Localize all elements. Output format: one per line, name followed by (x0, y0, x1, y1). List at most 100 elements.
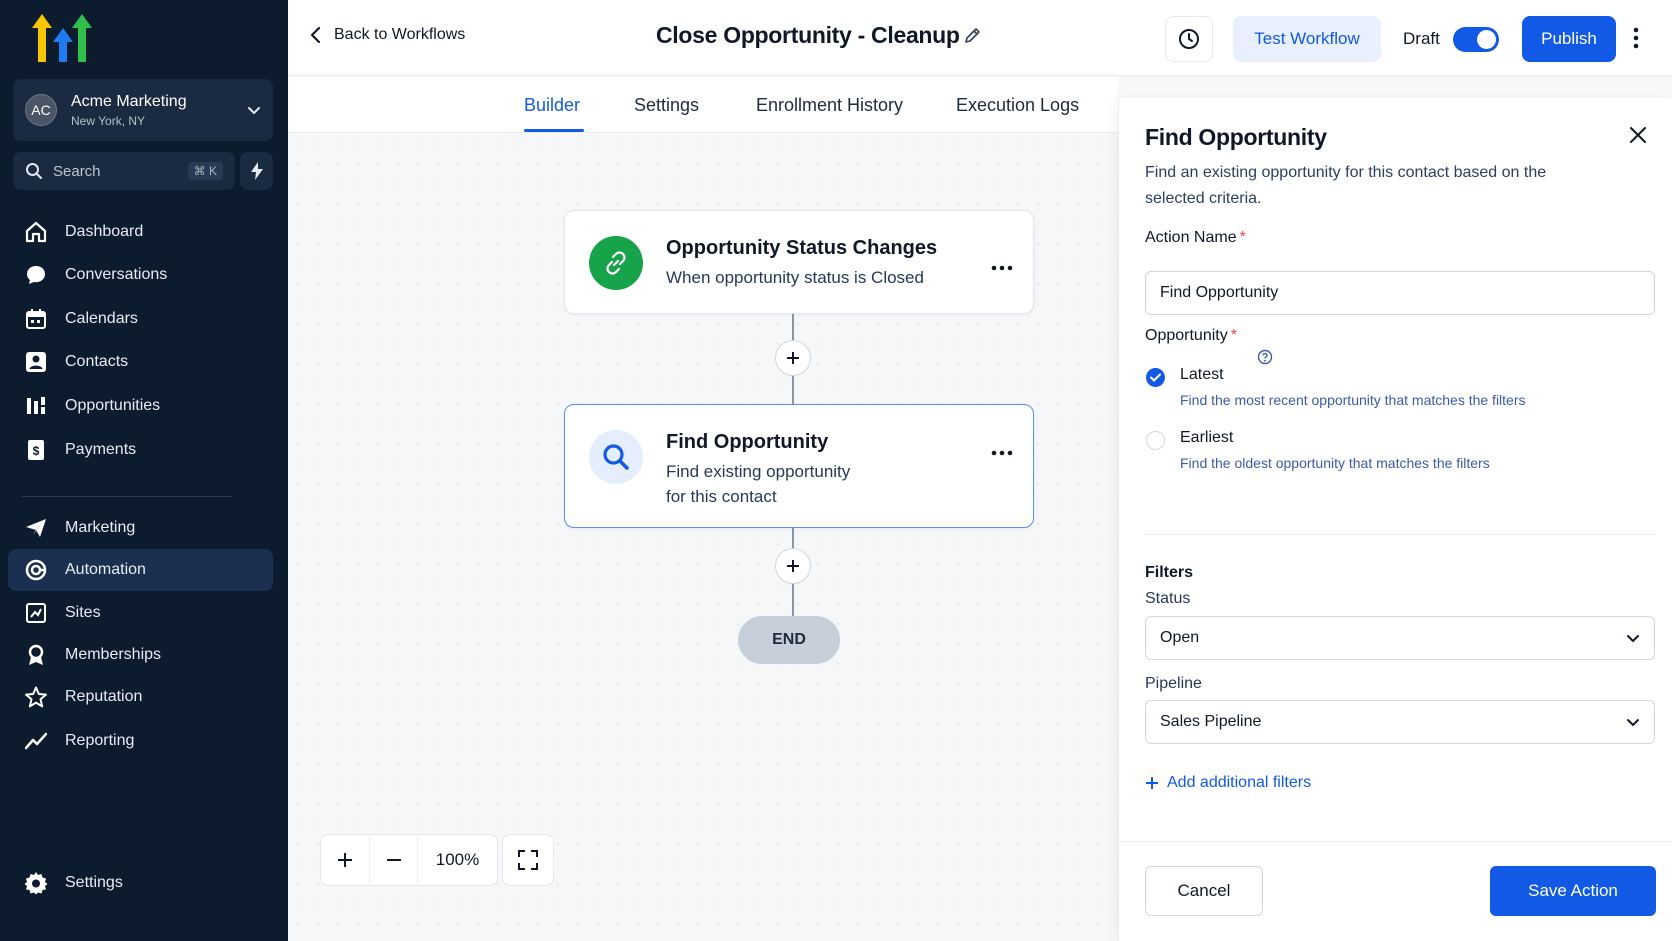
add-step-button[interactable] (775, 340, 811, 376)
sidebar-item-label: Memberships (65, 646, 162, 663)
expand-icon (518, 850, 538, 870)
sidebar-item-automation[interactable]: Automation (8, 549, 273, 591)
latest-option-desc: Find the most recent opportunity that ma… (1180, 392, 1526, 408)
publish-button[interactable]: Publish (1522, 16, 1616, 62)
zoom-controls: 100% (320, 834, 498, 886)
status-select[interactable]: Open (1145, 616, 1655, 660)
toggle-knob (1477, 30, 1496, 49)
search-icon (26, 163, 42, 179)
search-label: Search (53, 162, 101, 180)
cancel-button[interactable]: Cancel (1145, 866, 1263, 916)
sidebar-item-conversations[interactable]: Conversations (8, 254, 273, 296)
account-location: New York, NY (71, 113, 146, 128)
action-subtitle-2: for this contact (666, 487, 777, 506)
tab-enrollment-history[interactable]: Enrollment History (756, 95, 903, 116)
brand-logo-icon[interactable] (32, 14, 94, 68)
sidebar-item-memberships[interactable]: Memberships (8, 634, 273, 676)
settings-label: Settings (65, 874, 123, 891)
workflow-title: Close Opportunity - Cleanup (656, 22, 960, 48)
sidebar-item-dashboard[interactable]: Dashboard (8, 211, 273, 253)
chevron-left-icon (310, 26, 321, 44)
link-icon (589, 236, 643, 290)
sidebar-item-label: Marketing (65, 519, 136, 536)
fit-screen-button[interactable] (502, 834, 554, 886)
search-button[interactable]: Search ⌘ K (13, 152, 235, 190)
sidebar-item-contacts[interactable]: Contacts (8, 341, 273, 383)
back-label: Back to Workflows (334, 26, 466, 43)
section-divider (1145, 534, 1655, 535)
radio-latest[interactable] (1146, 368, 1165, 387)
sidebar-item-label: Opportunities (65, 397, 161, 414)
quick-actions-button[interactable] (240, 152, 273, 190)
sidebar-item-payments[interactable]: $ Payments (8, 429, 273, 471)
tab-execution-logs[interactable]: Execution Logs (956, 95, 1079, 116)
test-workflow-button[interactable]: Test Workflow (1233, 16, 1381, 62)
sidebar-item-label: Calendars (65, 310, 138, 327)
zoom-out-button[interactable] (369, 835, 417, 885)
plus-icon (1146, 777, 1158, 789)
sidebar-item-label: Automation (65, 561, 146, 578)
back-to-workflows-link[interactable]: Back to Workflows (310, 26, 465, 44)
workflow-tabs: Builder Settings Enrollment History Exec… (288, 77, 1118, 133)
sidebar-item-settings[interactable]: Settings (8, 862, 273, 904)
plus-icon (338, 853, 352, 867)
trigger-node[interactable]: Opportunity Status Changes When opportun… (564, 210, 1034, 314)
version-history-button[interactable] (1165, 16, 1213, 62)
connector-line (792, 376, 794, 404)
tab-settings[interactable]: Settings (634, 95, 699, 116)
radio-earliest[interactable] (1146, 431, 1165, 450)
account-name: Acme Marketing (71, 92, 187, 110)
trigger-subtitle: When opportunity status is Closed (666, 268, 924, 287)
pencil-icon[interactable] (964, 26, 982, 49)
account-switcher[interactable]: AC Acme Marketing New York, NY (13, 79, 273, 141)
latest-option-title: Latest (1180, 366, 1224, 383)
panel-description: Find an existing opportunity for this co… (1145, 164, 1547, 207)
draft-toggle[interactable] (1453, 27, 1499, 52)
connector-line (792, 584, 794, 616)
workflow-canvas[interactable]: Opportunity Status Changes When opportun… (288, 134, 1118, 941)
trigger-title: Opportunity Status Changes (666, 237, 938, 259)
chart-icon (24, 729, 48, 753)
sidebar-item-reputation[interactable]: Reputation (8, 676, 273, 718)
close-icon[interactable] (1629, 126, 1647, 149)
sidebar-item-opportunities[interactable]: Opportunities (8, 385, 273, 427)
bolt-icon (250, 162, 263, 180)
opportunity-label: Opportunity * (1145, 327, 1237, 344)
search-shortcut: ⌘ K (187, 162, 223, 180)
footer-divider (1119, 841, 1672, 842)
more-options-icon[interactable] (1633, 26, 1639, 55)
action-node[interactable]: Find Opportunity Find existing opportuni… (564, 404, 1034, 528)
panel-title: Find Opportunity (1145, 124, 1327, 150)
tab-builder[interactable]: Builder (524, 95, 580, 116)
sidebar-item-label: Dashboard (65, 223, 144, 240)
sidebar-item-sites[interactable]: Sites (8, 592, 273, 634)
plus-icon (787, 560, 799, 572)
node-more-icon[interactable] (991, 443, 1013, 461)
gear-icon (24, 871, 48, 895)
home-icon (24, 220, 48, 244)
search-icon (589, 430, 643, 484)
pipeline-label: Pipeline (1145, 675, 1202, 692)
sidebar-item-label: Conversations (65, 266, 168, 283)
pipeline-select[interactable]: Sales Pipeline (1145, 700, 1655, 744)
action-name-input[interactable] (1145, 271, 1655, 315)
zoom-in-button[interactable] (321, 835, 369, 885)
node-more-icon[interactable] (991, 258, 1013, 276)
sidebar-divider (22, 496, 232, 497)
chevron-down-icon (1627, 635, 1639, 643)
sidebar-item-label: Contacts (65, 353, 129, 370)
sidebar-item-marketing[interactable]: Marketing (8, 507, 273, 549)
automation-icon (24, 558, 48, 582)
payments-icon: $ (24, 438, 48, 462)
sidebar-item-reporting[interactable]: Reporting (8, 720, 273, 762)
add-step-button[interactable] (775, 548, 811, 584)
add-filters-link[interactable]: Add additional filters (1145, 774, 1311, 792)
end-node: END (738, 616, 840, 664)
sidebar-item-calendars[interactable]: Calendars (8, 298, 273, 340)
clock-icon (1179, 29, 1199, 49)
chevron-down-icon (1627, 719, 1639, 727)
action-subtitle-1: Find existing opportunity (666, 462, 851, 481)
save-action-button[interactable]: Save Action (1490, 866, 1656, 916)
help-icon[interactable] (1257, 349, 1273, 370)
chevron-down-icon (248, 107, 260, 115)
